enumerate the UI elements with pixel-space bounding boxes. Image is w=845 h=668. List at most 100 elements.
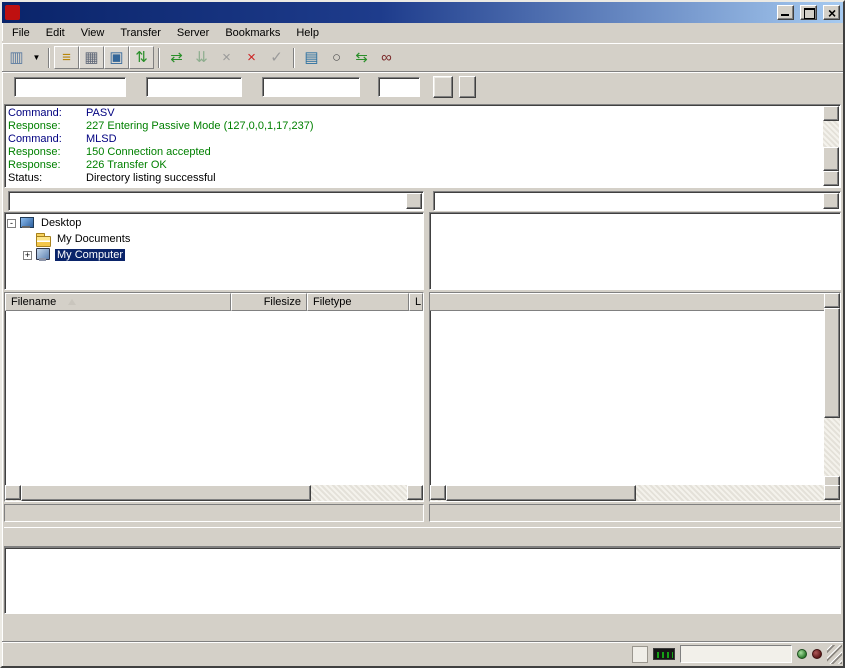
- scroll-right-icon[interactable]: [407, 485, 423, 500]
- filter-button[interactable]: ▤: [299, 46, 324, 69]
- synchronized-browsing-button[interactable]: ⇆: [349, 46, 374, 69]
- menu-item[interactable]: Transfer: [112, 24, 169, 42]
- chevron-down-icon[interactable]: [406, 193, 422, 209]
- tree-item-label: My Computer: [55, 249, 125, 261]
- refresh-button[interactable]: ⇄: [164, 46, 189, 69]
- reconnect-button[interactable]: ✓: [264, 46, 289, 69]
- cancel-button[interactable]: ×: [214, 46, 239, 69]
- menu-item[interactable]: Help: [288, 24, 327, 42]
- local-pane: -Desktop My Documents + My Computer Filenam…: [4, 190, 424, 522]
- toolbar: ▥▼ ≡ ▦ ▣ ⇅ ⇄ ⇊ × × ✓ ▤ ○ ⇆ ∞: [2, 43, 843, 71]
- scroll-down-icon[interactable]: [823, 171, 839, 186]
- host-input[interactable]: [14, 77, 126, 97]
- log-line: Command:PASV: [8, 107, 820, 120]
- scroll-left-icon[interactable]: [5, 485, 21, 500]
- tree-item-label: My Documents: [55, 233, 132, 245]
- log-line-text: MLSD: [86, 133, 117, 145]
- tree-item[interactable]: My Documents: [7, 231, 421, 247]
- log-line-text: 150 Connection accepted: [86, 146, 211, 158]
- toolbar-icon: ✓: [270, 50, 283, 65]
- toolbar-separator: [158, 48, 160, 68]
- toolbar-icon: ≡: [62, 50, 71, 65]
- remote-hscrollbar[interactable]: [430, 485, 840, 501]
- log-line-label: Command:: [8, 133, 86, 146]
- remote-tree: [429, 212, 841, 290]
- quickconnect-button[interactable]: [433, 76, 453, 98]
- find-button[interactable]: ∞: [374, 46, 399, 69]
- log-line: Response:227 Entering Passive Mode (127,…: [8, 120, 820, 133]
- password-input[interactable]: [262, 77, 360, 97]
- queue-body[interactable]: [4, 547, 841, 614]
- column-header[interactable]: Filename: [5, 293, 231, 311]
- menu-item[interactable]: Bookmarks: [217, 24, 288, 42]
- scrollbar-thumb[interactable]: [823, 147, 839, 171]
- disconnect-button[interactable]: ×: [239, 46, 264, 69]
- log-line-text: 227 Entering Passive Mode (127,0,0,1,17,…: [86, 120, 313, 132]
- local-list-header: FilenameFilesizeFiletypeL: [5, 293, 423, 311]
- menu-item[interactable]: View: [73, 24, 113, 42]
- local-rows: [5, 311, 423, 485]
- toolbar-icon: ▣: [109, 50, 123, 65]
- log-line-label: Status:: [8, 172, 86, 185]
- scroll-left-icon[interactable]: [430, 485, 446, 500]
- remote-vscrollbar[interactable]: [824, 293, 840, 491]
- header-filler: [430, 293, 824, 311]
- local-hscrollbar[interactable]: [5, 485, 423, 501]
- tree-item[interactable]: + My Computer: [7, 247, 421, 263]
- username-input[interactable]: [146, 77, 242, 97]
- column-header[interactable]: L: [409, 293, 423, 311]
- scroll-up-icon[interactable]: [823, 106, 839, 121]
- maximize-button[interactable]: [800, 5, 817, 20]
- menu-item[interactable]: Edit: [38, 24, 73, 42]
- menu-item[interactable]: File: [4, 24, 38, 42]
- tree-item[interactable]: -Desktop: [7, 215, 421, 231]
- titlebar: [2, 2, 843, 23]
- process-queue-button[interactable]: ⇊: [189, 46, 214, 69]
- remote-list-header: [430, 293, 840, 311]
- column-header[interactable]: Filetype: [307, 293, 409, 311]
- toolbar-separator: [293, 48, 295, 68]
- scrollbar-thumb[interactable]: [824, 308, 840, 418]
- chevron-down-icon[interactable]: [823, 193, 839, 209]
- compare-button[interactable]: ○: [324, 46, 349, 69]
- local-status: [4, 504, 424, 522]
- log-line-label: Response:: [8, 159, 86, 172]
- toggle-queue-button[interactable]: ⇅: [129, 46, 154, 69]
- toolbar-icon: ×: [247, 50, 256, 65]
- expander-icon[interactable]: +: [23, 251, 32, 260]
- resize-grip[interactable]: [827, 645, 842, 664]
- close-button[interactable]: [823, 5, 840, 20]
- app-icon[interactable]: [5, 5, 20, 20]
- transfertype-icon[interactable]: [632, 646, 648, 663]
- scrollbar-thumb[interactable]: [21, 485, 311, 501]
- scroll-right-icon[interactable]: [824, 485, 840, 500]
- local-site-combo[interactable]: [8, 191, 424, 211]
- quickconnect-dropdown[interactable]: [459, 76, 476, 98]
- toolbar-icon: ○: [332, 50, 341, 65]
- toggle-log-button[interactable]: ≡: [54, 46, 79, 69]
- scroll-up-icon[interactable]: [824, 293, 840, 308]
- led-red-icon: [812, 649, 822, 659]
- log-line: Response:226 Transfer OK: [8, 159, 820, 172]
- toolbar-icon: ⇊: [195, 50, 208, 65]
- queue-header: [4, 527, 841, 547]
- toolbar-icon: ⇆: [355, 50, 368, 65]
- menu-item[interactable]: Server: [169, 24, 217, 42]
- remote-site-combo[interactable]: [433, 191, 841, 211]
- log-line-text: 226 Transfer OK: [86, 159, 167, 171]
- toggle-remote-tree-button[interactable]: ▣: [104, 46, 129, 69]
- expander-icon[interactable]: -: [7, 219, 16, 228]
- scrollbar-thumb[interactable]: [446, 485, 636, 501]
- remote-pane: [429, 190, 841, 522]
- log-line-label: Response:: [8, 120, 86, 133]
- toggle-local-tree-button[interactable]: ▦: [79, 46, 104, 69]
- queue-status-field: [680, 645, 792, 663]
- sitemanager-dropdown[interactable]: ▼: [29, 46, 44, 69]
- sitemanager-button[interactable]: ▥: [4, 46, 29, 69]
- minimize-button[interactable]: [777, 5, 794, 20]
- local-sitebar: [4, 190, 424, 211]
- log-scrollbar[interactable]: [823, 106, 839, 186]
- speedlimit-icon[interactable]: [653, 648, 675, 660]
- column-header[interactable]: Filesize: [231, 293, 307, 311]
- port-input[interactable]: [378, 77, 420, 97]
